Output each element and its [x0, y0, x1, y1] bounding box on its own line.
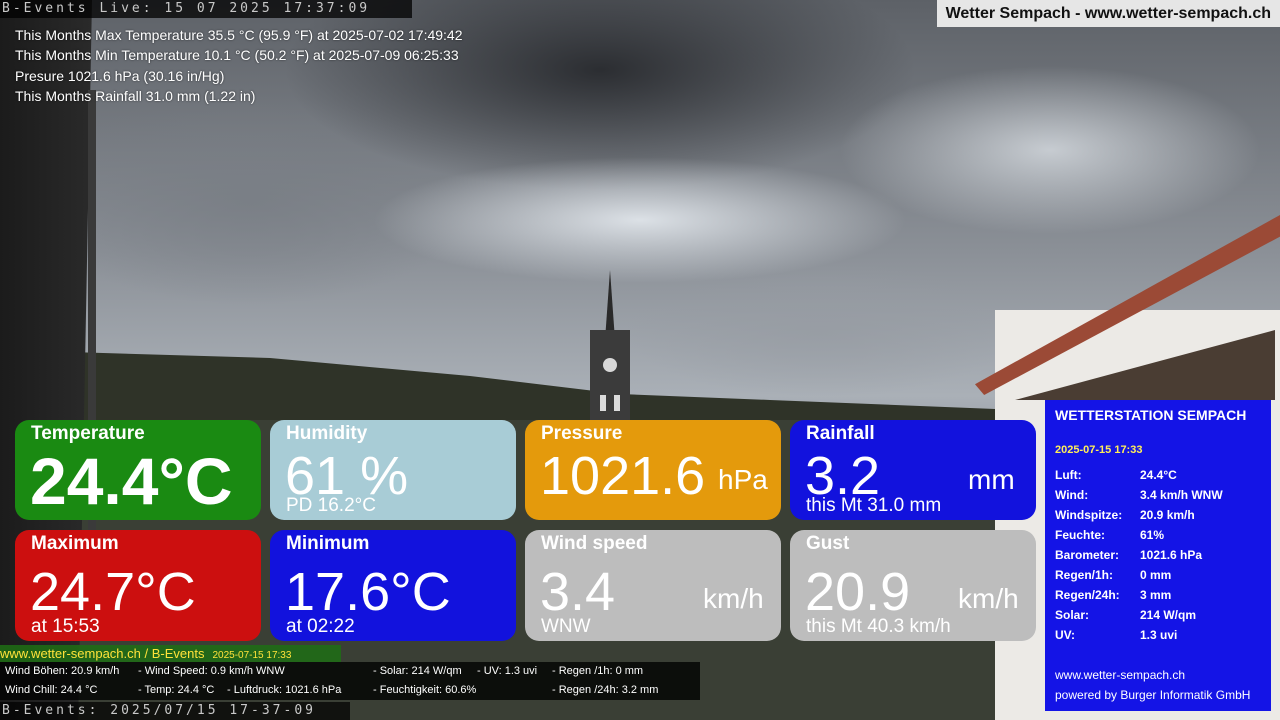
info-wind-speed: - Wind Speed: 0.9 km/h WNW	[138, 665, 285, 677]
rainfall-unit: mm	[968, 464, 1015, 495]
panel-row-key: UV:	[1055, 628, 1076, 642]
station-panel: WETTERSTATION SEMPACH 2025-07-15 17:33 L…	[1045, 400, 1271, 711]
panel-date: 2025-07-15 17:33	[1055, 444, 1143, 456]
pressure-value: 1021.6	[540, 446, 706, 506]
info-pressure: - Luftdruck: 1021.6 hPa	[227, 684, 342, 696]
panel-row-value: 20.9 km/h	[1140, 508, 1195, 522]
wind-speed-tile: Wind speed 3.4 km/h WNW	[525, 530, 781, 641]
maximum-title: Maximum	[31, 533, 119, 554]
rainfall-tile: Rainfall 3.2 mm this Mt 31.0 mm	[790, 420, 1036, 520]
wind-speed-title: Wind speed	[541, 533, 648, 554]
panel-row-value: 3 mm	[1140, 588, 1172, 602]
info-rain-1h: - Regen /1h: 0 mm	[552, 665, 644, 677]
pressure-unit: hPa	[718, 464, 768, 495]
stat-pressure: Presure 1021.6 hPa (30.16 in/Hg)	[15, 67, 225, 84]
church-tower	[590, 270, 630, 430]
gust-tile: Gust 20.9 km/h this Mt 40.3 km/h	[790, 530, 1036, 641]
monthly-stats: This Months Max Temperature 35.5 °C (95.…	[15, 25, 463, 106]
panel-row-key: Barometer:	[1055, 548, 1120, 562]
gust-unit: km/h	[958, 583, 1019, 614]
minimum-value: 17.6°C	[285, 562, 451, 622]
minimum-tile: Minimum 17.6°C at 02:22	[270, 530, 516, 641]
wind-direction: WNW	[541, 616, 591, 637]
wind-speed-value: 3.4	[540, 562, 616, 622]
site-bar: www.wetter-sempach.ch / B-Events 2025-07-…	[0, 645, 341, 662]
panel-row-key: Luft:	[1055, 468, 1082, 482]
maximum-tile: Maximum 24.7°C at 15:53	[15, 530, 261, 641]
stat-rainfall: This Months Rainfall 31.0 mm (1.22 in)	[15, 87, 256, 104]
site-brand: Wetter Sempach - www.wetter-sempach.ch	[936, 0, 1280, 27]
info-humidity: - Feuchtigkeit: 60.6%	[373, 684, 477, 696]
panel-row-key: Regen/1h:	[1055, 568, 1114, 582]
minimum-title: Minimum	[286, 533, 370, 554]
info-uv: - UV: 1.3 uvi	[477, 665, 538, 677]
info-wind-gust: Wind Böhen: 20.9 km/h	[5, 665, 120, 677]
temperature-tile: Temperature 24.4°C	[15, 420, 261, 520]
panel-row-value: 3.4 km/h WNW	[1140, 488, 1223, 502]
panel-row-value: 214 W/qm	[1140, 608, 1197, 622]
panel-row-key: Feuchte:	[1055, 528, 1106, 542]
humidity-tile: Humidity 61 % PD 16.2°C	[270, 420, 516, 520]
panel-row-value: 1021.6 hPa	[1140, 548, 1203, 562]
panel-title: WETTERSTATION SEMPACH	[1055, 407, 1247, 423]
wind-speed-unit: km/h	[703, 583, 764, 614]
humidity-title: Humidity	[286, 423, 368, 444]
panel-row-key: Wind:	[1055, 488, 1089, 502]
info-temp: - Temp: 24.4 °C	[138, 684, 215, 696]
humidity-dewpoint: PD 16.2°C	[286, 495, 376, 516]
maximum-value: 24.7°C	[30, 562, 196, 622]
pressure-title: Pressure	[541, 423, 623, 444]
info-wind-chill: Wind Chill: 24.4 °C	[5, 684, 98, 696]
panel-site-link[interactable]: www.wetter-sempach.ch	[1055, 668, 1185, 682]
bottom-timestamp: B-Events: 2025/07/15 17-37-09	[0, 702, 350, 720]
maximum-time: at 15:53	[31, 616, 100, 637]
site-bar-date: 2025-07-15 17:33	[212, 650, 292, 661]
gust-value: 20.9	[805, 562, 911, 622]
pressure-tile: Pressure 1021.6 hPa	[525, 420, 781, 520]
panel-row-key: Solar:	[1055, 608, 1090, 622]
temperature-value: 24.4°C	[30, 444, 233, 518]
gust-month: this Mt 40.3 km/h	[806, 616, 951, 637]
info-bar: Wind Böhen: 20.9 km/h - Wind Speed: 0.9 …	[0, 662, 700, 700]
panel-row-key: Windspitze:	[1055, 508, 1123, 522]
panel-row-key: Regen/24h:	[1055, 588, 1120, 602]
rainfall-month: this Mt 31.0 mm	[806, 495, 942, 516]
rainfall-title: Rainfall	[806, 423, 875, 444]
gust-title: Gust	[806, 533, 850, 554]
minimum-time: at 02:22	[286, 616, 355, 637]
panel-row-value: 1.3 uvi	[1140, 628, 1178, 642]
info-solar: - Solar: 214 W/qm	[373, 665, 462, 677]
stat-max-temp: This Months Max Temperature 35.5 °C (95.…	[15, 27, 463, 43]
panel-row-value: 24.4°C	[1140, 468, 1177, 482]
live-timestamp: B-Events Live: 15 07 2025 17:37:09	[0, 0, 412, 18]
info-rain-24h: - Regen /24h: 3.2 mm	[552, 684, 659, 696]
temperature-title: Temperature	[31, 423, 145, 444]
stat-min-temp: This Months Min Temperature 10.1 °C (50.…	[15, 47, 459, 64]
panel-row-value: 61%	[1140, 528, 1165, 542]
panel-powered-by: powered by Burger Informatik GmbH	[1055, 688, 1251, 702]
panel-row-value: 0 mm	[1140, 568, 1172, 582]
site-bar-label[interactable]: www.wetter-sempach.ch / B-Events	[0, 646, 204, 661]
